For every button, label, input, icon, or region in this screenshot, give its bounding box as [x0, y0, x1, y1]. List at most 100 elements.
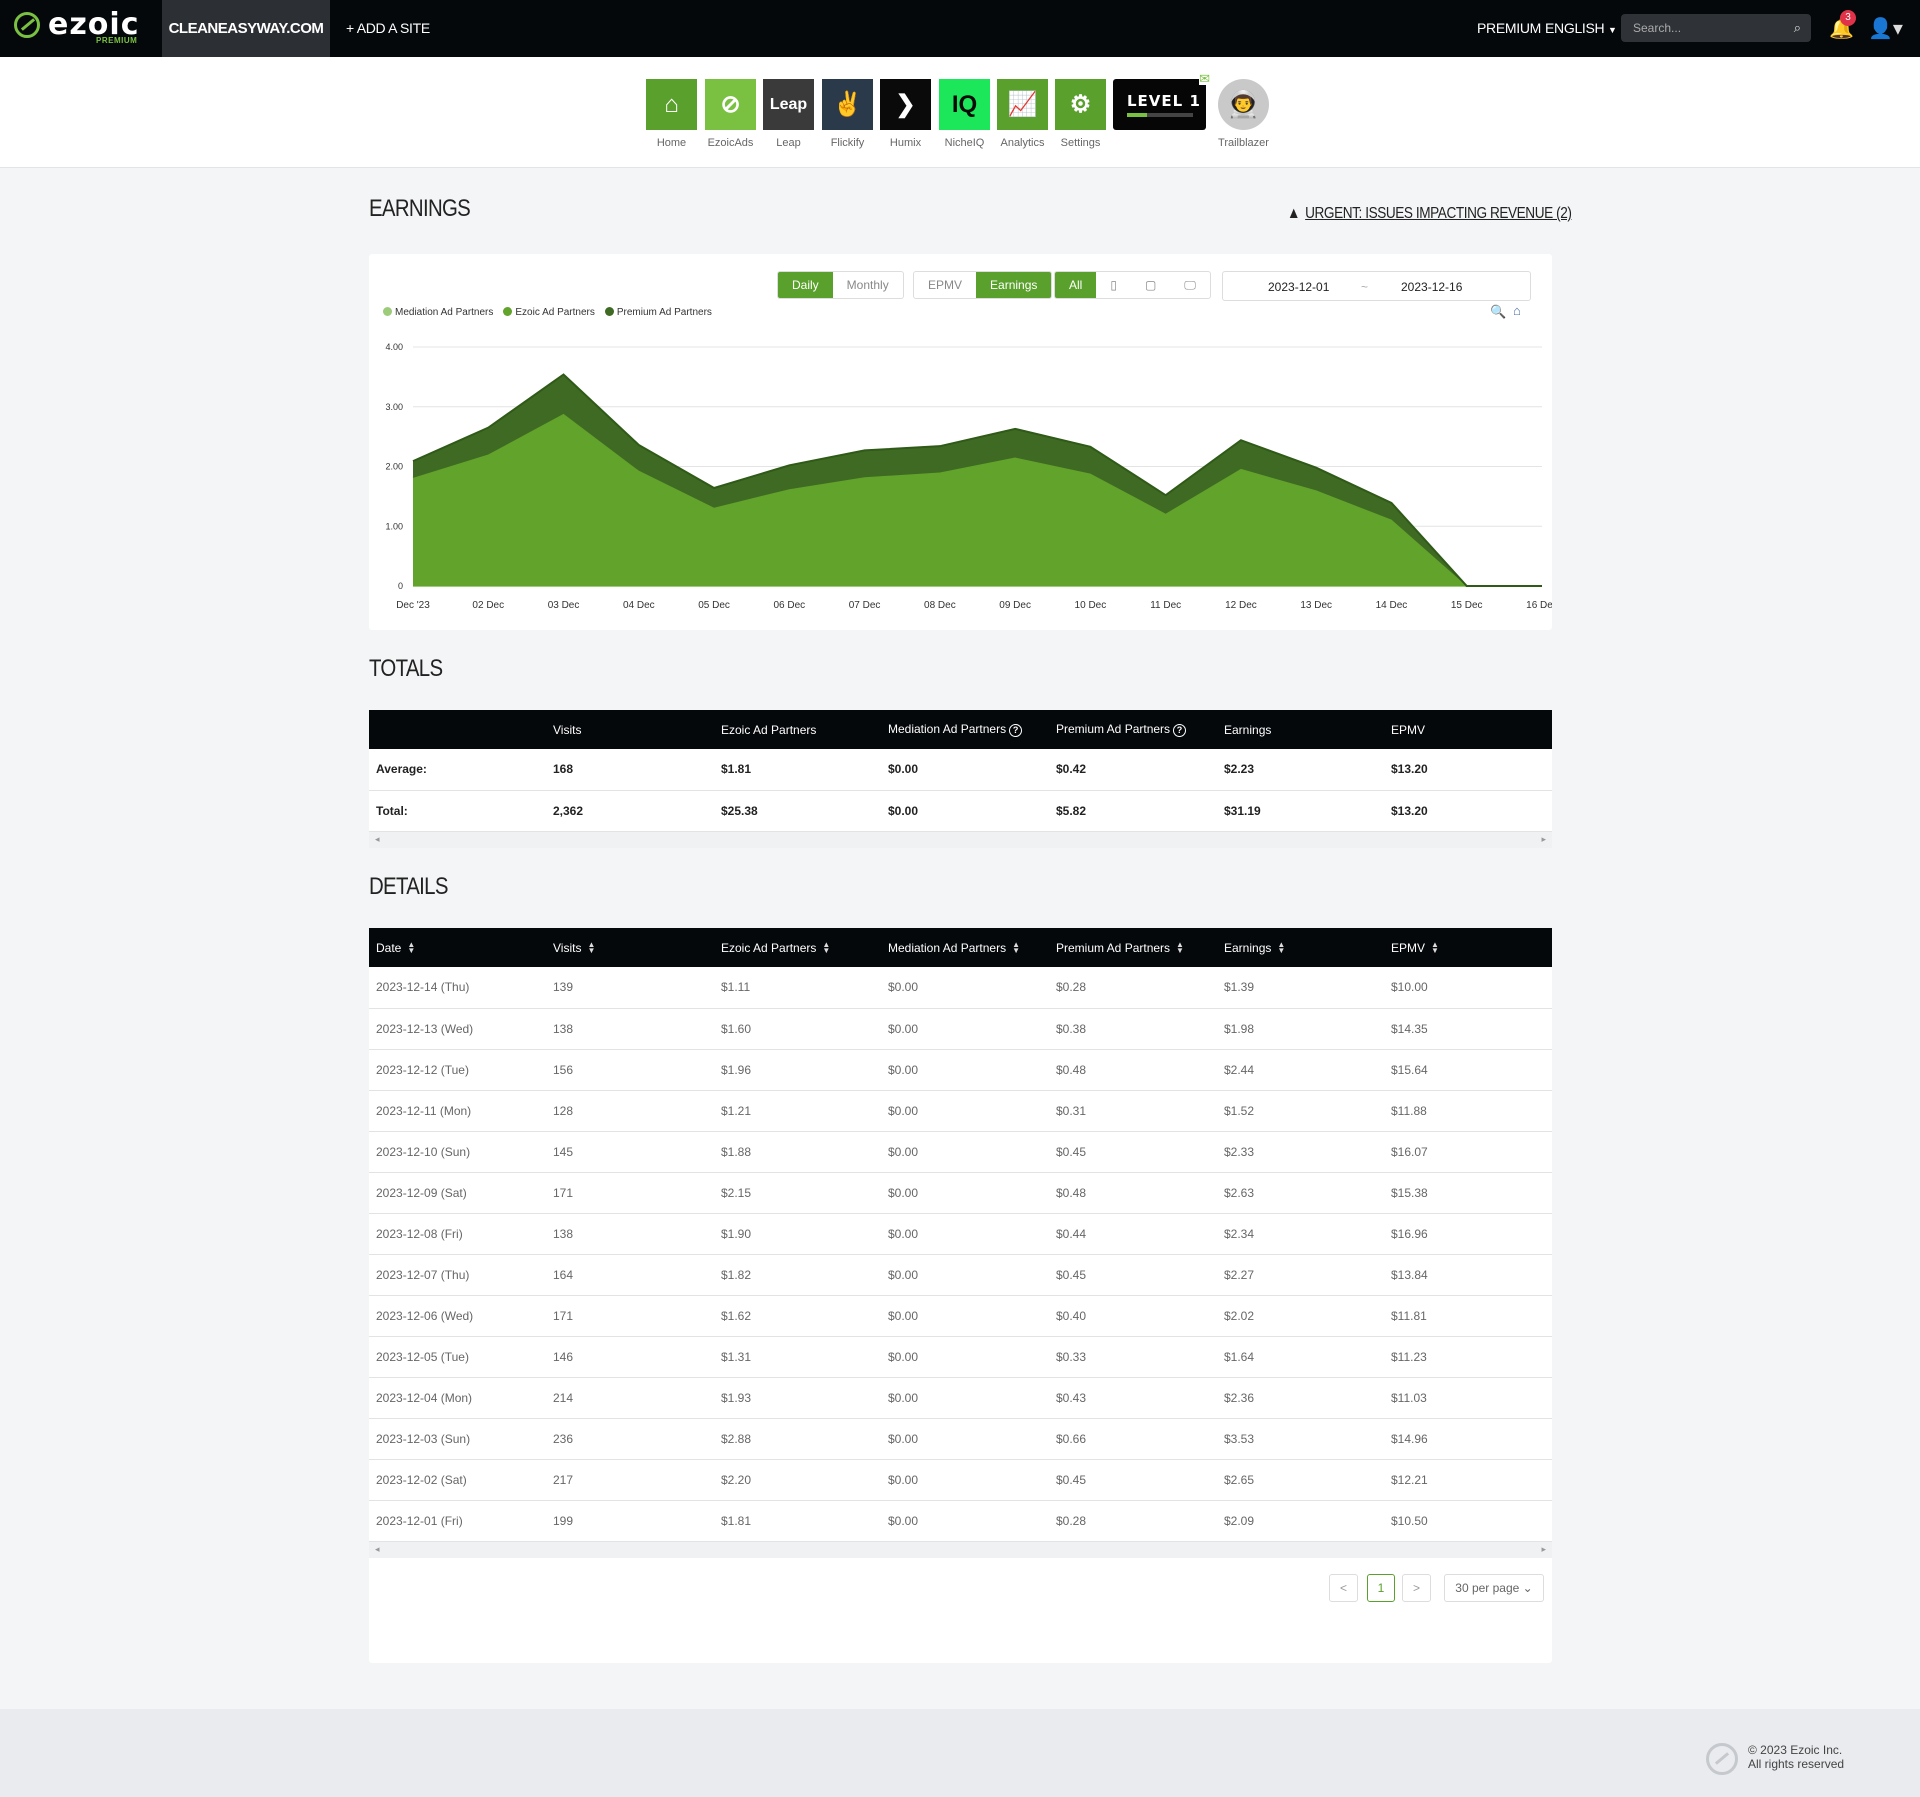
table-cell: 2023-12-06 (Wed)	[369, 1295, 546, 1337]
level-progress-bar	[1127, 113, 1193, 117]
table-cell: $13.20	[1384, 790, 1552, 832]
per-page-select[interactable]: 30 per page ⌄	[1444, 1574, 1544, 1602]
app-leap[interactable]: Leap Leap	[763, 79, 814, 149]
urgent-issues-link[interactable]: ▲ URGENT: ISSUES IMPACTING REVENUE (2)	[1287, 205, 1572, 223]
column-header[interactable]: Premium Ad Partners ▲ ▼	[1049, 928, 1217, 967]
table-cell: 2023-12-09 (Sat)	[369, 1172, 546, 1214]
column-header[interactable]: Mediation Ad Partners ▲ ▼	[881, 928, 1049, 967]
scroll-left-icon[interactable]: ◂	[375, 834, 380, 845]
table-row: 2023-12-10 (Sun) 145 $1.88 $0.00 $0.45 $2.33 $…	[369, 1131, 1552, 1173]
table-cell: $0.00	[881, 1049, 1049, 1091]
column-header-label: Earnings	[1224, 722, 1272, 737]
column-header: EPMV	[1384, 710, 1552, 749]
table-row: 2023-12-13 (Wed) 138 $1.60 $0.00 $0.38 $1.98 $…	[369, 1008, 1552, 1050]
details-table-card: Date ▲ ▼ Visits ▲ ▼ Ezoic Ad Partners ▲ ▼ Mediati…	[369, 928, 1552, 1663]
table-cell: Total:	[369, 790, 546, 832]
totals-table-card: Visits Ezoic Ad Partners Mediation Ad Part…	[369, 710, 1552, 848]
table-cell: $10.50	[1384, 1500, 1552, 1542]
y-tick-label: 3.00	[385, 402, 403, 412]
page-1-button[interactable]: 1	[1367, 1574, 1395, 1602]
app-ezoicads[interactable]: ⊘ EzoicAds	[705, 79, 756, 149]
site-selector-tab[interactable]: CLEANEASYWAY.COM	[162, 0, 330, 57]
sort-icon[interactable]: ▲ ▼	[822, 941, 830, 955]
column-header[interactable]: Visits ▲ ▼	[546, 928, 714, 967]
table-row: 2023-12-01 (Fri) 199 $1.81 $0.00 $0.28 $2.09 $…	[369, 1500, 1552, 1542]
premium-link[interactable]: PREMIUM	[1477, 0, 1541, 57]
totals-table: Visits Ezoic Ad Partners Mediation Ad Part…	[369, 710, 1552, 832]
table-cell: $15.64	[1384, 1049, 1552, 1091]
sort-icon[interactable]: ▲ ▼	[1176, 941, 1184, 955]
table-cell: $1.64	[1217, 1336, 1384, 1378]
x-tick-label: 03 Dec	[548, 600, 580, 611]
table-cell: $1.21	[714, 1090, 881, 1132]
level-badge[interactable]: LEVEL 1 ✉	[1113, 72, 1210, 130]
table-cell: $13.84	[1384, 1254, 1552, 1296]
table-row: 2023-12-11 (Mon) 128 $1.21 $0.00 $0.31 $1.52 $…	[369, 1090, 1552, 1132]
scroll-right-icon[interactable]: ▸	[1541, 834, 1546, 845]
table-cell: $0.44	[1049, 1213, 1217, 1255]
sort-icon[interactable]: ▲ ▼	[1431, 941, 1439, 955]
table-row: 2023-12-12 (Tue) 156 $1.96 $0.00 $0.48 $2.44 $…	[369, 1049, 1552, 1091]
language-dropdown[interactable]: ENGLISH ▼	[1545, 0, 1617, 57]
user-menu-icon[interactable]: 👤▾	[1868, 16, 1903, 41]
table-cell: 146	[546, 1336, 714, 1378]
column-header[interactable]: Date ▲ ▼	[369, 928, 546, 967]
table-cell: $0.00	[881, 1418, 1049, 1460]
table-row: Total: 2,362 $25.38 $0.00 $5.82 $31.19 $13.20	[369, 790, 1552, 832]
table-cell: 2023-12-14 (Thu)	[369, 967, 546, 1009]
table-cell: 2023-12-02 (Sat)	[369, 1459, 546, 1501]
table-cell: 199	[546, 1500, 714, 1542]
app-humix[interactable]: ❯ Humix	[880, 79, 931, 149]
table-cell: $0.48	[1049, 1049, 1217, 1091]
next-page-button[interactable]: >	[1402, 1574, 1431, 1602]
table-cell: $0.43	[1049, 1377, 1217, 1419]
app-flickify[interactable]: ✌ Flickify	[822, 79, 873, 149]
add-site-link[interactable]: + ADD A SITE	[346, 0, 430, 57]
table-cell: $11.03	[1384, 1377, 1552, 1419]
table-cell: $0.45	[1049, 1254, 1217, 1296]
search-icon[interactable]: ⌕	[1794, 20, 1801, 36]
app-home[interactable]: ⌂ Home	[646, 79, 697, 149]
table-cell: 2023-12-07 (Thu)	[369, 1254, 546, 1296]
scroll-right-icon[interactable]: ▸	[1541, 1544, 1546, 1555]
ezoic-logo[interactable]: ezoic PREMIUM	[14, 7, 144, 46]
table-cell: $2.63	[1217, 1172, 1384, 1214]
table-cell: $0.00	[881, 1213, 1049, 1255]
table-cell: 2023-12-13 (Wed)	[369, 1008, 546, 1050]
table-cell: 2023-12-05 (Tue)	[369, 1336, 546, 1378]
sort-icon[interactable]: ▲ ▼	[587, 941, 595, 955]
help-icon[interactable]: ?	[1173, 724, 1187, 737]
details-horizontal-scrollbar[interactable]: ◂ ▸	[369, 1541, 1552, 1558]
table-cell: $1.39	[1217, 967, 1384, 1009]
help-icon[interactable]: ?	[1009, 724, 1023, 737]
earnings-title: EARNINGS	[369, 195, 471, 222]
totals-horizontal-scrollbar[interactable]: ◂ ▸	[369, 831, 1552, 848]
app-settings[interactable]: ⚙ Settings	[1055, 79, 1106, 149]
envelope-icon[interactable]: ✉	[1199, 72, 1210, 85]
sort-icon[interactable]: ▲ ▼	[1277, 941, 1285, 955]
column-header[interactable]: Earnings ▲ ▼	[1217, 928, 1384, 967]
table-cell: $0.00	[881, 749, 1049, 791]
column-header: Visits	[546, 710, 714, 749]
scroll-left-icon[interactable]: ◂	[375, 1544, 380, 1555]
ezoic-footer-logo-icon	[1706, 1743, 1738, 1775]
app-nicheiq[interactable]: IQ NicheIQ	[939, 79, 990, 149]
table-cell: $2.44	[1217, 1049, 1384, 1091]
column-header-label: Mediation Ad Partners	[888, 940, 1007, 955]
y-tick-label: 0	[398, 581, 403, 591]
table-cell: $13.20	[1384, 749, 1552, 791]
table-cell: 2023-12-08 (Fri)	[369, 1213, 546, 1255]
table-cell: $11.81	[1384, 1295, 1552, 1337]
app-analytics[interactable]: 📈 Analytics	[997, 79, 1048, 149]
table-cell: 128	[546, 1090, 714, 1132]
table-cell: $1.93	[714, 1377, 881, 1419]
prev-page-button[interactable]: <	[1329, 1574, 1358, 1602]
x-tick-label: 13 Dec	[1300, 600, 1332, 611]
column-header[interactable]: EPMV ▲ ▼	[1384, 928, 1552, 967]
column-header[interactable]: Ezoic Ad Partners ▲ ▼	[714, 928, 881, 967]
sort-icon[interactable]: ▲ ▼	[1012, 941, 1020, 955]
level-label: LEVEL 1	[1127, 92, 1201, 110]
sort-icon[interactable]: ▲ ▼	[407, 941, 415, 955]
trailblazer-app[interactable]: 👨‍🚀 Trailblazer	[1218, 79, 1269, 149]
search-input[interactable]: Search... ⌕	[1621, 14, 1811, 42]
